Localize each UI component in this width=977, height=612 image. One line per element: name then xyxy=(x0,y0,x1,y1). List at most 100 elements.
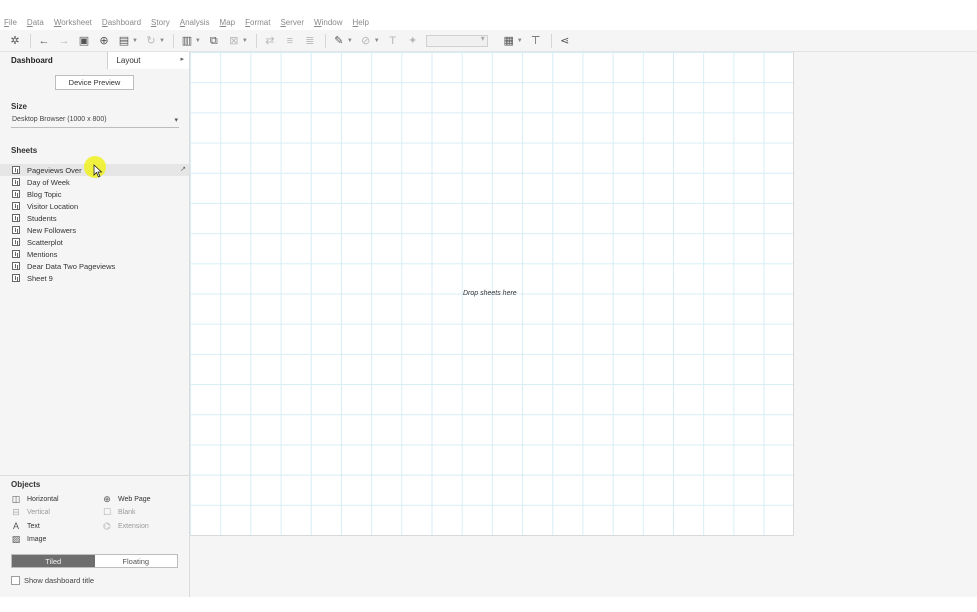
sheet-label: Dear Data Two Pageviews xyxy=(27,261,116,271)
undo-icon[interactable]: ← xyxy=(37,34,51,48)
floating-option[interactable]: Floating xyxy=(94,555,177,567)
sheet-label: Pageviews Over xyxy=(27,165,82,175)
sort-ascending-icon[interactable]: ≡ xyxy=(283,34,297,48)
sheet-icon xyxy=(12,262,20,270)
tiled-option[interactable]: Tiled xyxy=(12,555,95,567)
toolbar-separator xyxy=(30,33,31,48)
sheet-list: Pageviews Over ↗ Day of Week Blog Topic … xyxy=(0,156,189,284)
show-title-checkbox[interactable] xyxy=(11,576,20,585)
size-dropdown-value: Desktop Browser (1000 x 800) xyxy=(12,116,107,123)
new-data-source-icon[interactable]: ⊕ xyxy=(97,34,111,48)
sheet-item[interactable]: Day of Week xyxy=(0,176,189,188)
sheet-item[interactable]: Sheet 9 xyxy=(0,272,189,284)
object-blank[interactable]: ☐ Blank xyxy=(102,507,136,517)
sheet-item[interactable]: New Followers xyxy=(0,224,189,236)
dashboard-panel: Dashboard Layout ▸ Device Preview Size D… xyxy=(0,52,190,597)
dashboard-canvas[interactable]: Drop sheets here xyxy=(190,52,794,536)
toolbar-separator xyxy=(172,33,174,48)
menu-bar: File Data Worksheet Dashboard Story Anal… xyxy=(0,0,977,30)
duplicate-icon[interactable]: ⧉ xyxy=(207,34,221,48)
chevron-down-icon[interactable]: ▼ xyxy=(195,38,201,44)
menu-data[interactable]: Data xyxy=(27,4,44,27)
sort-descending-icon[interactable]: ≣ xyxy=(303,34,317,48)
chevron-down-icon[interactable]: ▼ xyxy=(517,38,523,44)
object-extension[interactable]: ⌬ Extension xyxy=(102,521,149,531)
sheet-item[interactable]: Pageviews Over ↗ xyxy=(0,156,189,178)
new-sheet-icon[interactable]: ▥ xyxy=(180,34,194,48)
tab-dashboard[interactable]: Dashboard xyxy=(0,52,108,69)
label-icon[interactable]: T xyxy=(386,34,400,48)
pin-icon[interactable]: ✦ xyxy=(406,34,420,48)
menu-window[interactable]: Window xyxy=(314,4,342,27)
sheet-label: Students xyxy=(27,213,57,223)
clear-icon[interactable]: ⊠ xyxy=(227,34,241,48)
pause-updates-icon[interactable]: ▤ xyxy=(117,34,131,48)
menu-story[interactable]: Story xyxy=(151,4,170,27)
status-bar xyxy=(0,597,977,612)
sheet-icon xyxy=(12,190,20,198)
sheet-label: New Followers xyxy=(27,225,77,235)
show-dashboard-title[interactable]: Show dashboard title xyxy=(11,576,94,585)
group-icon[interactable]: ⊘ xyxy=(359,34,373,48)
image-icon: ▨ xyxy=(11,534,21,544)
menu-format[interactable]: Format xyxy=(245,4,270,27)
device-preview-button[interactable]: Device Preview xyxy=(55,75,134,90)
refresh-icon[interactable]: ↻ xyxy=(144,34,158,48)
sheet-label: Sheet 9 xyxy=(27,273,53,283)
sheet-label: Visitor Location xyxy=(27,201,79,211)
object-text[interactable]: A Text xyxy=(11,521,40,531)
sheet-item[interactable]: Mentions xyxy=(0,248,189,260)
chevron-down-icon[interactable]: ▼ xyxy=(242,38,248,44)
menu-map[interactable]: Map xyxy=(220,4,236,27)
sheet-icon xyxy=(12,250,20,258)
drop-zone-hint: Drop sheets here xyxy=(463,290,517,297)
blank-icon: ☐ xyxy=(102,507,112,517)
menu-worksheet[interactable]: Worksheet xyxy=(54,4,92,27)
chevron-down-icon[interactable]: ▼ xyxy=(132,38,138,44)
chevron-down-icon[interactable]: ▼ xyxy=(159,38,165,44)
sheet-item[interactable]: Visitor Location xyxy=(0,200,189,212)
menu-file[interactable]: File xyxy=(4,4,17,27)
menu-help[interactable]: Help xyxy=(353,4,369,27)
toolbar-separator xyxy=(550,33,552,48)
tableau-logo-icon[interactable]: ✲ xyxy=(8,34,22,48)
size-section-title: Size xyxy=(11,102,28,111)
show-cards-icon[interactable]: ▦ xyxy=(502,34,516,48)
object-horizontal[interactable]: ◫ Horizontal xyxy=(11,494,59,504)
menu-dashboard[interactable]: Dashboard xyxy=(102,4,141,27)
swap-icon[interactable]: ⇄ xyxy=(263,34,277,48)
toolbar-separator xyxy=(324,33,326,48)
workspace: Drop sheets here xyxy=(190,52,977,597)
save-icon[interactable]: ▣ xyxy=(77,34,91,48)
object-vertical[interactable]: ⊟ Vertical xyxy=(11,507,50,517)
chevron-down-icon[interactable]: ▼ xyxy=(374,38,380,44)
menu-server[interactable]: Server xyxy=(280,4,304,27)
text-icon: A xyxy=(12,521,19,531)
object-label: Horizontal xyxy=(27,495,59,503)
object-label: Text xyxy=(27,522,40,530)
object-image[interactable]: ▨ Image xyxy=(11,534,47,544)
sheet-icon xyxy=(12,166,20,174)
sheet-item[interactable]: Blog Topic xyxy=(0,188,189,200)
fit-select[interactable] xyxy=(425,34,488,47)
sheet-icon xyxy=(12,238,20,246)
sheet-item[interactable]: Scatterplot xyxy=(0,236,189,248)
sheet-item[interactable]: Dear Data Two Pageviews xyxy=(0,260,189,272)
redo-icon[interactable]: → xyxy=(57,34,71,48)
go-to-sheet-icon[interactable]: ↗ xyxy=(180,165,186,173)
sheet-icon xyxy=(12,274,20,282)
presentation-icon[interactable]: ⊤ xyxy=(529,34,543,48)
objects-section-title: Objects xyxy=(11,480,41,489)
object-web-page[interactable]: ⊕ Web Page xyxy=(102,494,150,504)
sheet-item[interactable]: Students xyxy=(0,212,189,224)
tiled-floating-toggle: Tiled Floating xyxy=(11,554,178,568)
sheet-icon xyxy=(12,214,20,222)
chevron-down-icon[interactable]: ▼ xyxy=(347,38,353,44)
size-dropdown[interactable]: Desktop Browser (1000 x 800) ▾ xyxy=(11,116,179,128)
object-label: Extension xyxy=(118,522,149,530)
highlight-icon[interactable]: ✎ xyxy=(332,34,346,48)
share-icon[interactable]: ⋖ xyxy=(558,34,572,48)
menu-analysis[interactable]: Analysis xyxy=(180,4,210,27)
chevron-right-icon[interactable]: ▸ xyxy=(180,55,184,63)
tab-layout[interactable]: Layout ▸ xyxy=(107,52,189,69)
